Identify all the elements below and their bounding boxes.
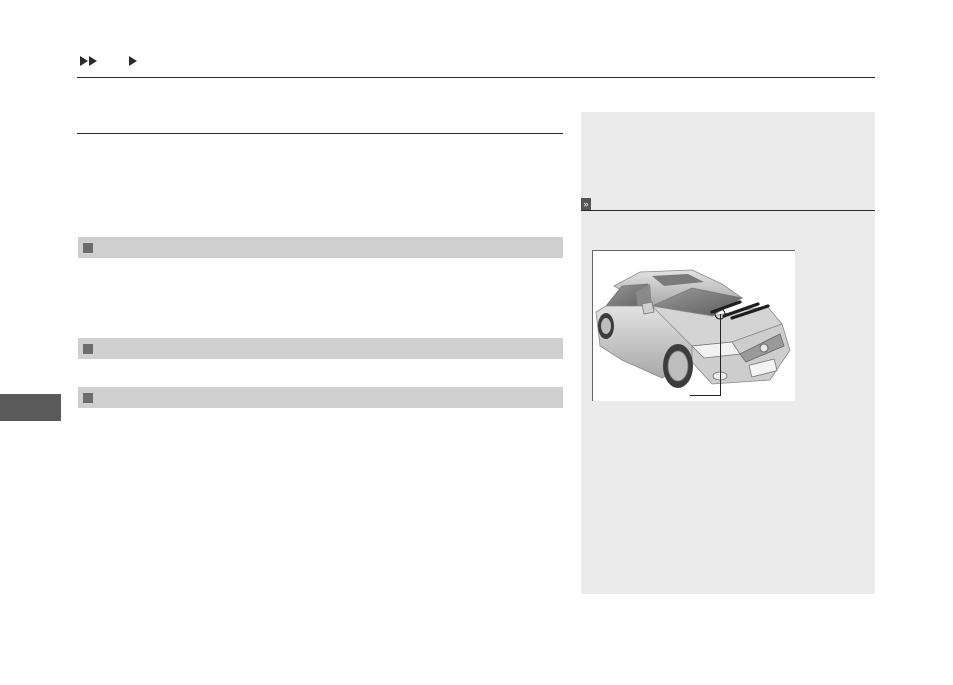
figure-frame-left — [592, 250, 593, 401]
double-triangle-right-icon — [80, 56, 97, 66]
header-rule — [77, 77, 875, 78]
double-chevron-right-icon: » — [581, 198, 591, 210]
callout-leader-vertical — [720, 314, 721, 396]
triangle-right-icon — [129, 56, 137, 66]
figure-frame-top — [592, 250, 795, 251]
chapter-side-tab[interactable] — [0, 394, 61, 421]
square-marker-icon — [83, 343, 93, 354]
reference-rule — [581, 210, 875, 211]
callout-leader-horizontal — [690, 395, 721, 396]
breadcrumb — [80, 53, 143, 69]
section-rule — [77, 133, 563, 134]
reference-row: » — [581, 198, 875, 212]
subsection-bar-2 — [78, 338, 563, 359]
square-marker-icon — [83, 242, 93, 253]
square-marker-icon — [83, 392, 93, 403]
subsection-bar-1 — [78, 237, 563, 258]
subsection-bar-3 — [78, 387, 563, 408]
car-illustration — [592, 250, 795, 401]
